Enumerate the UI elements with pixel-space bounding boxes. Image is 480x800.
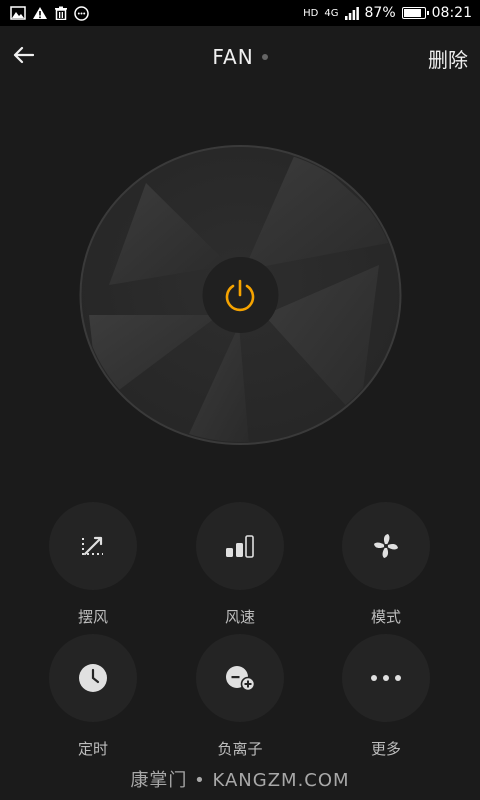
network-badge: HD xyxy=(303,7,319,19)
control-label: 负离子 xyxy=(217,740,263,758)
connection-status-dot xyxy=(261,54,268,60)
delete-button[interactable]: 删除 xyxy=(428,44,468,73)
network-type: 4G xyxy=(324,7,339,19)
control-timer: 定时 xyxy=(38,634,148,774)
power-button[interactable] xyxy=(210,265,270,325)
warning-icon xyxy=(33,7,47,19)
fan-dial xyxy=(79,145,402,445)
control-label: 模式 xyxy=(370,608,401,626)
battery-icon xyxy=(401,7,429,19)
speed-bars-icon xyxy=(226,535,254,558)
back-button[interactable] xyxy=(8,40,38,70)
fan-mode-icon xyxy=(374,534,398,558)
oscillate-button[interactable] xyxy=(49,502,137,590)
ion-icon xyxy=(226,666,256,692)
battery-percent: 87% xyxy=(364,5,396,21)
control-speed: 风速 xyxy=(185,502,295,642)
clock-icon xyxy=(79,664,107,692)
control-oscillate: 摆风 xyxy=(38,502,148,642)
speed-button[interactable] xyxy=(196,502,284,590)
chat-icon xyxy=(74,5,89,21)
control-ion: 负离子 xyxy=(185,634,295,774)
more-dots-icon xyxy=(371,675,401,681)
page-title: FAN xyxy=(212,45,254,69)
mode-button[interactable] xyxy=(342,502,430,590)
control-more: 更多 xyxy=(331,634,441,774)
clock-time: 08:21 xyxy=(431,5,472,21)
watermark: 康掌门 • KANGZM.COM xyxy=(130,770,350,791)
control-label: 摆风 xyxy=(77,608,108,626)
control-label: 风速 xyxy=(224,608,255,626)
trash-icon xyxy=(55,6,67,20)
image-icon xyxy=(10,6,26,20)
control-label: 更多 xyxy=(370,740,401,758)
more-button[interactable] xyxy=(342,634,430,722)
arrow-left-icon xyxy=(13,46,34,64)
control-mode: 模式 xyxy=(331,502,441,642)
control-label: 定时 xyxy=(77,740,108,758)
oscillate-icon xyxy=(82,536,103,556)
ion-button[interactable] xyxy=(196,634,284,722)
timer-button[interactable] xyxy=(49,634,137,722)
signal-icon xyxy=(344,6,359,20)
status-bar: HD 4G 87% 08:21 xyxy=(0,0,480,26)
app-header: FAN 删除 xyxy=(0,26,480,88)
power-icon xyxy=(225,279,255,312)
